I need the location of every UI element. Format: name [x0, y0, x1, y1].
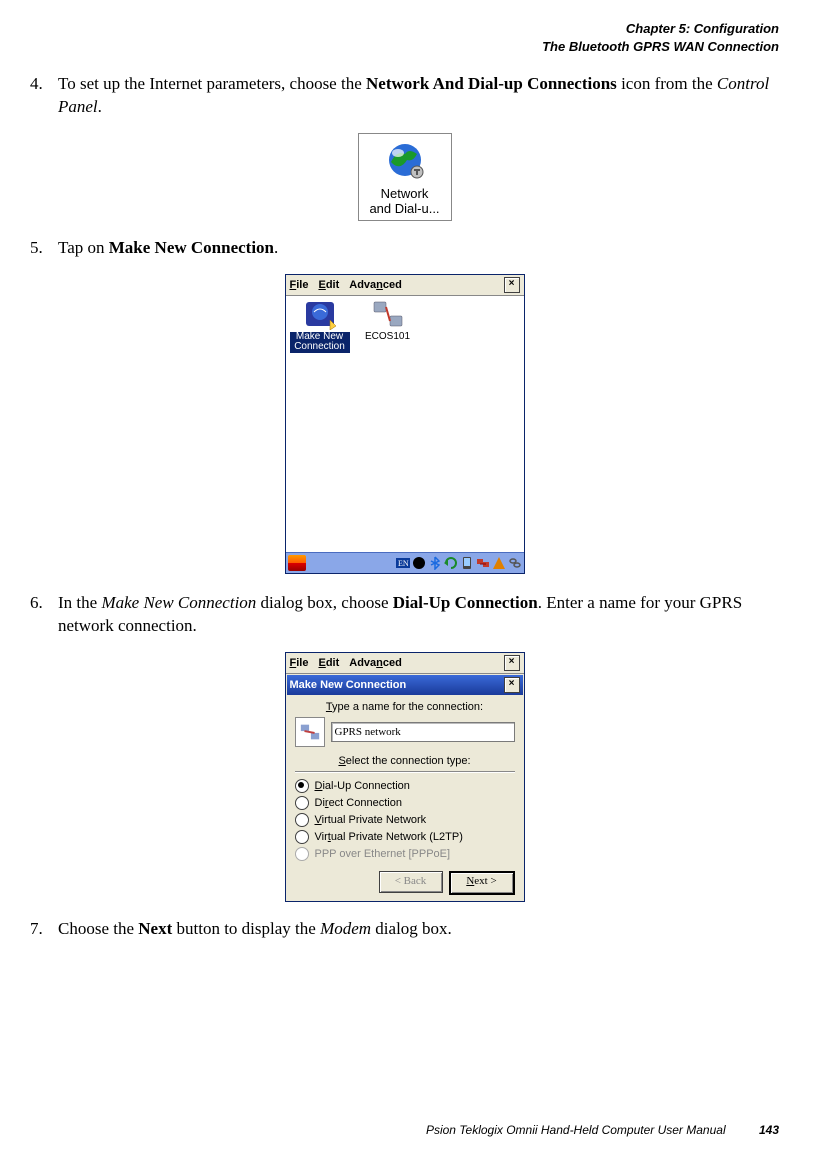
network-tray-icon[interactable] [476, 556, 490, 570]
radio-dialup[interactable]: Dial-Up Connection [295, 779, 515, 793]
bluetooth-tray-icon[interactable] [428, 556, 442, 570]
menu-bar: File Edit Advanced × [286, 275, 524, 296]
footer-text: Psion Teklogix Omnii Hand-Held Computer … [426, 1123, 726, 1137]
connection-icon [372, 298, 404, 330]
dialog-titlebar: Make New Connection × [287, 675, 523, 695]
page-header: Chapter 5: Configuration The Bluetooth G… [30, 20, 779, 55]
radio-vpn[interactable]: Virtual Private Network [295, 813, 515, 827]
make-new-connection-icon [304, 298, 336, 330]
menu-edit[interactable]: Edit [318, 279, 339, 291]
prompt-type: Select the connection type: [295, 755, 515, 767]
header-section: The Bluetooth GPRS WAN Connection [30, 38, 779, 56]
connection-name-input[interactable] [331, 722, 515, 742]
back-button: < Back [379, 871, 443, 893]
dialog-title: Make New Connection [290, 679, 407, 691]
ecos101-label: ECOS101 [365, 331, 410, 342]
menu-advanced[interactable]: Advanced [349, 279, 402, 291]
next-button[interactable]: Next > [449, 871, 515, 895]
radio-icon[interactable] [295, 813, 309, 827]
menu-file[interactable]: File [290, 657, 309, 669]
connections-content: Make New Connection ECOS101 [286, 296, 524, 552]
radio-pppoe: PPP over Ethernet [PPPoE] [295, 847, 515, 861]
radio-icon[interactable] [295, 779, 309, 793]
menu-bar: File Edit Advanced × [286, 653, 524, 674]
radio-direct[interactable]: Direct Connection [295, 796, 515, 810]
figure-make-new-connection-dialog: File Edit Advanced × Make New Connection… [30, 652, 779, 902]
figure-connections-window: File Edit Advanced × Make New Connection [30, 274, 779, 576]
dialog-outer: Make New Connection × Type a name for th… [286, 674, 524, 901]
radio-vpn-l2tp[interactable]: Virtual Private Network (L2TP) [295, 830, 515, 844]
make-new-connection-item[interactable]: Make New Connection [290, 298, 350, 353]
connection-type-icon [295, 717, 325, 747]
warning-tray-icon[interactable] [492, 556, 506, 570]
make-new-connection-label: Make New Connection [290, 332, 350, 353]
icon-label-line1: Network [361, 186, 449, 201]
taskbar: EN [286, 552, 524, 573]
pda-tray-icon[interactable] [460, 556, 474, 570]
radio-icon[interactable] [295, 796, 309, 810]
step-number: 7. [30, 918, 58, 941]
step-text: In the Make New Connection dialog box, c… [58, 592, 779, 638]
step-number: 6. [30, 592, 58, 638]
step-text: Choose the Next button to display the Mo… [58, 918, 779, 941]
link-tray-icon[interactable] [508, 556, 522, 570]
globe-icon [383, 140, 427, 184]
dialog-buttons: < Back Next > [295, 871, 515, 895]
menu-file[interactable]: File [290, 279, 309, 291]
dialog-body: Type a name for the connection: Select t… [287, 695, 523, 899]
step-5: 5. Tap on Make New Connection. [30, 237, 779, 260]
connections-window: File Edit Advanced × Make New Connection [285, 274, 525, 574]
make-new-connection-window: File Edit Advanced × Make New Connection… [285, 652, 525, 902]
close-icon[interactable]: × [504, 277, 520, 293]
start-button[interactable] [288, 555, 306, 571]
step-7: 7. Choose the Next button to display the… [30, 918, 779, 941]
header-chapter: Chapter 5: Configuration [30, 20, 779, 38]
menu-edit[interactable]: Edit [318, 657, 339, 669]
sync-tray-icon[interactable] [444, 556, 458, 570]
step-text: Tap on Make New Connection. [58, 237, 779, 260]
ecos101-item[interactable]: ECOS101 [358, 298, 418, 343]
menu-advanced[interactable]: Advanced [349, 657, 402, 669]
icon-label-line2: and Dial-u... [361, 201, 449, 216]
keyboard-tray-icon[interactable]: EN [396, 556, 410, 570]
separator [295, 771, 515, 773]
svg-text:EN: EN [398, 559, 409, 568]
radio-icon[interactable] [295, 830, 309, 844]
system-tray: EN [396, 556, 522, 570]
step-text: To set up the Internet parameters, choos… [58, 73, 779, 119]
globe-tray-icon[interactable] [412, 556, 426, 570]
page-number: 143 [759, 1123, 779, 1137]
step-4: 4. To set up the Internet parameters, ch… [30, 73, 779, 119]
figure-control-panel-icon: Network and Dial-u... [30, 133, 779, 221]
close-icon[interactable]: × [504, 655, 520, 671]
step-number: 5. [30, 237, 58, 260]
step-number: 4. [30, 73, 58, 119]
dialog-close-icon[interactable]: × [504, 677, 520, 693]
page-footer: Psion Teklogix Omnii Hand-Held Computer … [426, 1123, 779, 1137]
step-6: 6. In the Make New Connection dialog box… [30, 592, 779, 638]
prompt-name: Type a name for the connection: [295, 701, 515, 713]
network-dialup-icon[interactable]: Network and Dial-u... [358, 133, 452, 221]
radio-icon [295, 847, 309, 861]
